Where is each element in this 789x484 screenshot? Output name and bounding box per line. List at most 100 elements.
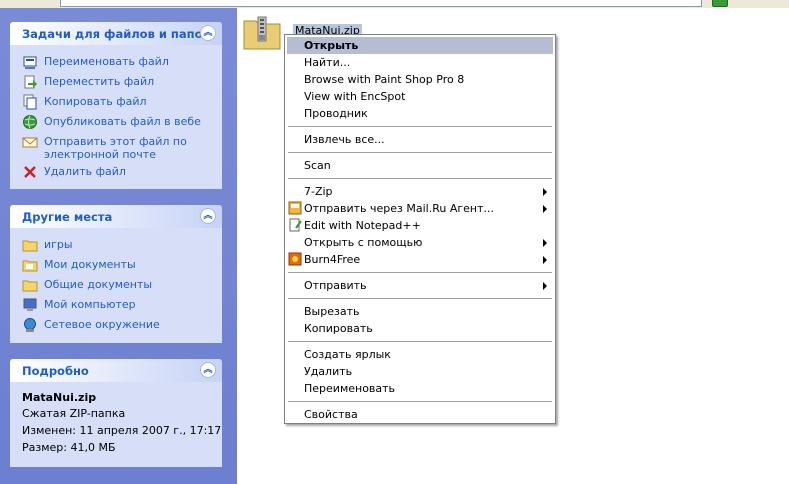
menu-item-cut[interactable]: Вырезать — [287, 303, 553, 320]
details-file-name: MataNui.zip — [22, 391, 97, 404]
place-label: Мои документы — [44, 258, 136, 271]
menu-item-send-to[interactable]: Отправить — [287, 277, 553, 294]
zip-folder-icon[interactable] — [242, 13, 282, 53]
folder-icon — [22, 237, 38, 253]
menu-item-paintshop[interactable]: Browse with Paint Shop Pro 8 — [287, 71, 553, 88]
task-label: Переименовать файл — [44, 55, 169, 68]
task-label: Отправить этот файл по электронной почте — [44, 135, 187, 161]
menu-item-notepad[interactable]: Edit with Notepad++ — [287, 217, 553, 234]
menu-label: Переименовать — [304, 382, 396, 395]
globe-icon — [22, 114, 38, 130]
menu-label: Свойства — [304, 408, 358, 421]
details-body: MataNui.zip Сжатая ZIP-папка Изменен: 11… — [10, 382, 222, 466]
collapse-icon[interactable]: ︽ — [200, 208, 216, 224]
menu-item-copy[interactable]: Копировать — [287, 320, 553, 337]
menu-item-delete[interactable]: Удалить — [287, 363, 553, 380]
burn-icon — [288, 252, 302, 266]
menu-item-properties[interactable]: Свойства — [287, 406, 553, 423]
file-tasks-title: Задачи для файлов и папок — [22, 27, 211, 41]
task-label: Опубликовать файл в вебе — [44, 115, 201, 128]
menu-label: Удалить — [304, 365, 353, 378]
mailru-icon — [288, 201, 302, 215]
submenu-arrow-icon — [543, 256, 547, 264]
task-pane: Задачи для файлов и папок ︽ Переименоват… — [0, 8, 237, 484]
explorer-window: Задачи для файлов и папок ︽ Переименоват… — [0, 0, 789, 484]
menu-label: View with EncSpot — [304, 90, 406, 103]
task-copy-file[interactable]: Копировать файл — [22, 93, 222, 113]
menu-label: Вырезать — [304, 305, 360, 318]
computer-icon — [22, 297, 38, 313]
details-modified: Изменен: 11 апреля 2007 г., 17:17 — [22, 424, 222, 437]
place-my-computer[interactable]: Мой компьютер — [22, 296, 222, 316]
menu-label: Edit with Notepad++ — [304, 219, 421, 232]
menu-item-open[interactable]: Открыть — [287, 37, 553, 54]
submenu-arrow-icon — [543, 239, 547, 247]
place-shared-documents[interactable]: Общие документы — [22, 276, 222, 296]
menu-label: 7-Zip — [304, 185, 333, 198]
copy-icon — [22, 94, 38, 110]
place-games[interactable]: игры — [22, 236, 222, 256]
menu-label: Извлечь все... — [304, 133, 385, 146]
task-delete-file[interactable]: Удалить файл — [22, 163, 222, 183]
task-email-file[interactable]: Отправить этот файл по электронной почте — [22, 133, 222, 163]
place-network[interactable]: Сетевое окружение — [22, 316, 222, 336]
move-icon — [22, 74, 38, 90]
menu-item-scan[interactable]: Scan — [287, 157, 553, 174]
details-file-type: Сжатая ZIP-папка — [22, 407, 126, 420]
menu-separator — [288, 272, 552, 273]
menu-item-open-with[interactable]: Открыть с помощью — [287, 234, 553, 251]
menu-item-find[interactable]: Найти... — [287, 54, 553, 71]
collapse-icon[interactable]: ︽ — [200, 25, 216, 41]
menu-label: Отправить через Mail.Ru Агент... — [304, 202, 494, 215]
go-button[interactable] — [712, 0, 728, 7]
task-label: Копировать файл — [44, 95, 147, 108]
place-label: игры — [44, 238, 73, 251]
details-size: Размер: 41,0 МБ — [22, 441, 116, 454]
menu-item-extract[interactable]: Извлечь все... — [287, 131, 553, 148]
rename-icon — [22, 54, 38, 70]
file-tasks-list: Переименовать файл Переместить файл Копи… — [10, 45, 222, 189]
menu-separator — [288, 126, 552, 127]
other-places-header[interactable]: Другие места ︽ — [10, 205, 222, 228]
menu-label: Найти... — [304, 56, 351, 69]
task-move-file[interactable]: Переместить файл — [22, 73, 222, 93]
notepad-icon — [288, 218, 302, 232]
menu-separator — [288, 152, 552, 153]
task-publish-web[interactable]: Опубликовать файл в вебе — [22, 113, 222, 133]
mail-icon — [22, 134, 38, 150]
menu-label: Копировать — [304, 322, 373, 335]
context-menu: Открыть Найти... Browse with Paint Shop … — [284, 34, 556, 424]
task-label: Удалить файл — [44, 165, 126, 178]
folder-icon — [22, 257, 38, 273]
menu-item-encspot[interactable]: View with EncSpot — [287, 88, 553, 105]
menu-item-7zip[interactable]: 7-Zip — [287, 183, 553, 200]
task-label: Переместить файл — [44, 75, 155, 88]
menu-item-create-shortcut[interactable]: Создать ярлык — [287, 346, 553, 363]
place-label: Сетевое окружение — [44, 318, 160, 331]
menu-label: Scan — [304, 159, 331, 172]
submenu-arrow-icon — [543, 188, 547, 196]
file-tasks-header[interactable]: Задачи для файлов и папок ︽ — [10, 22, 222, 45]
other-places-list: игры Мои документы Общие документы Мой к… — [10, 228, 222, 343]
menu-item-mailru[interactable]: Отправить через Mail.Ru Агент... — [287, 200, 553, 217]
menu-item-explorer[interactable]: Проводник — [287, 105, 553, 122]
details-panel: Подробно ︽ MataNui.zip Сжатая ZIP-папка … — [10, 359, 222, 467]
task-rename-file[interactable]: Переименовать файл — [22, 53, 222, 73]
menu-label: Открыть с помощью — [304, 236, 423, 249]
place-my-documents[interactable]: Мои документы — [22, 256, 222, 276]
menu-label: Burn4Free — [304, 253, 361, 266]
address-input[interactable] — [60, 0, 702, 7]
menu-label: Проводник — [304, 107, 368, 120]
submenu-arrow-icon — [543, 205, 547, 213]
menu-label: Отправить — [304, 279, 367, 292]
menu-separator — [288, 178, 552, 179]
details-header[interactable]: Подробно ︽ — [10, 359, 222, 382]
collapse-icon[interactable]: ︽ — [200, 362, 216, 378]
menu-label: Создать ярлык — [304, 348, 391, 361]
menu-item-burn4free[interactable]: Burn4Free — [287, 251, 553, 268]
place-label: Мой компьютер — [44, 298, 136, 311]
other-places-title: Другие места — [22, 210, 113, 224]
menu-item-rename[interactable]: Переименовать — [287, 380, 553, 397]
delete-icon — [22, 164, 38, 180]
menu-label: Browse with Paint Shop Pro 8 — [304, 73, 465, 86]
